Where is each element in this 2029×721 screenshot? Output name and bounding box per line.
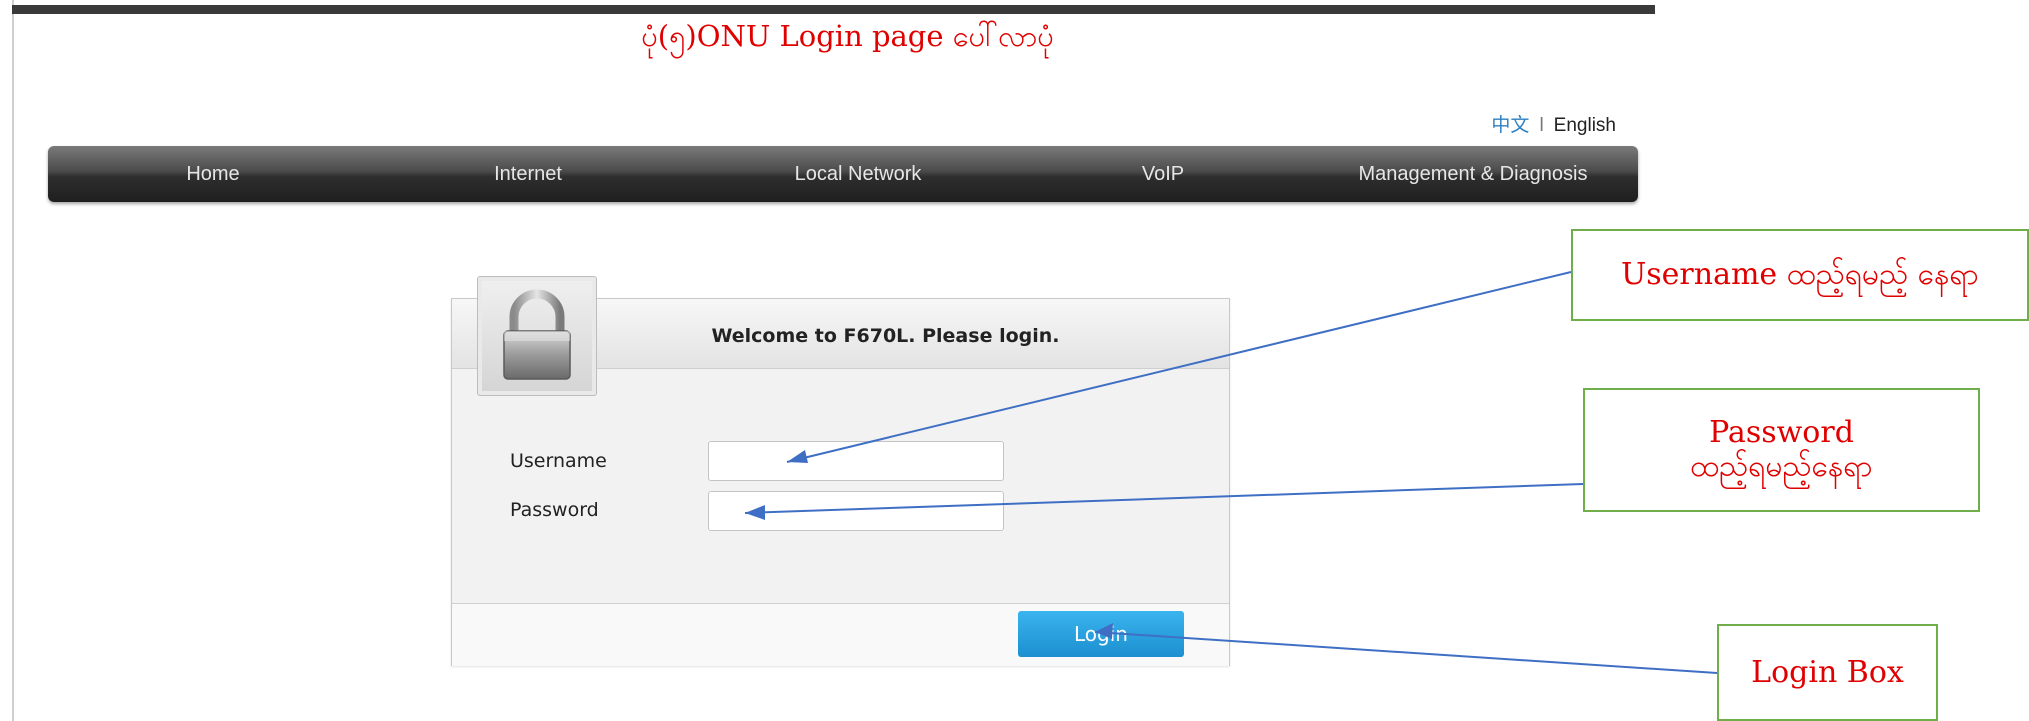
annotation-arrows xyxy=(744,271,1718,674)
login-arrow xyxy=(1094,631,1718,674)
username-arrow xyxy=(786,271,1572,463)
username-arrowhead xyxy=(787,450,808,463)
password-arrowhead xyxy=(745,505,765,520)
password-arrow xyxy=(744,483,1584,514)
login-arrowhead xyxy=(1095,623,1113,639)
